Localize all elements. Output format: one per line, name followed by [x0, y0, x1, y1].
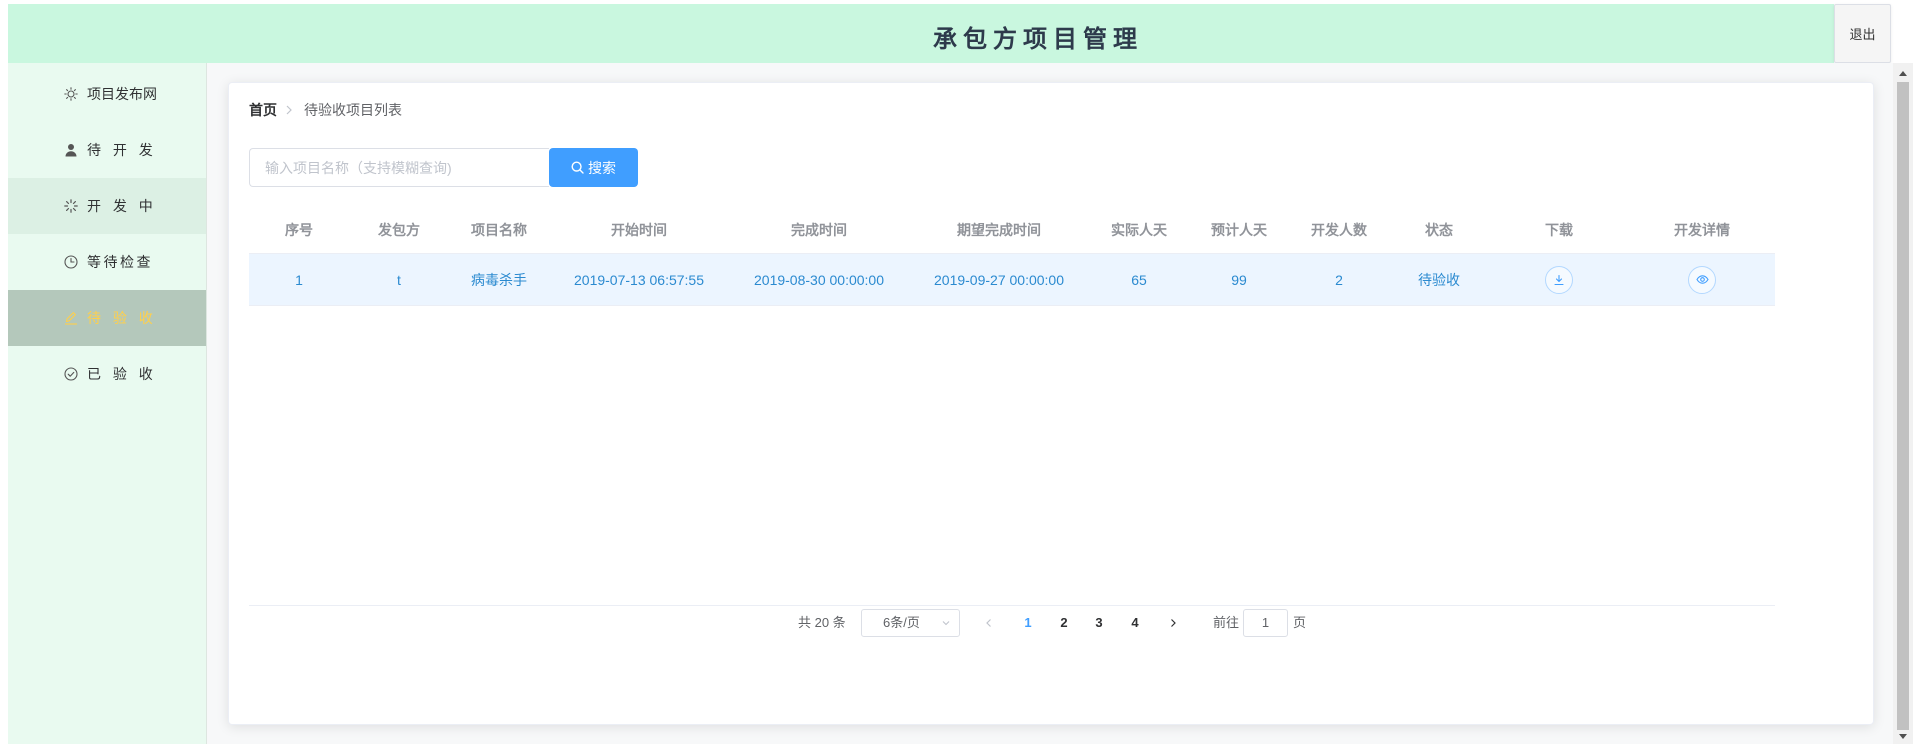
vertical-scrollbar[interactable]: [1893, 63, 1913, 744]
cell-developer-count: 2: [1289, 254, 1389, 306]
user-icon: [64, 143, 78, 157]
cell-download: [1489, 254, 1629, 306]
logout-button[interactable]: 退出: [1834, 4, 1891, 63]
search-icon: [571, 161, 584, 174]
pagination: 共 20 条 6条/页 1 2 3 4 前往 1 页: [229, 609, 1873, 637]
sidebar-item-to-develop[interactable]: 待 开 发: [8, 122, 206, 178]
sidebar-item-pending-acceptance[interactable]: 待 验 收: [8, 290, 206, 346]
download-button[interactable]: [1545, 265, 1573, 294]
cell-finish-time: 2019-08-30 00:00:00: [729, 254, 909, 306]
cell-detail: [1629, 254, 1775, 306]
column-header-detail: 开发详情: [1629, 206, 1775, 254]
goto-page-input[interactable]: [1243, 609, 1288, 637]
column-header-estimated-person-days: 预计人天: [1189, 206, 1289, 254]
page-number-4[interactable]: 4: [1117, 609, 1153, 637]
cell-publisher: t: [349, 254, 449, 306]
chevron-right-icon: [1168, 618, 1178, 628]
chevron-left-icon: [984, 618, 994, 628]
column-header-start-time: 开始时间: [549, 206, 729, 254]
column-header-publisher: 发包方: [349, 206, 449, 254]
column-header-developer-count: 开发人数: [1289, 206, 1389, 254]
sidebar-item-label: 开 发 中: [87, 198, 157, 214]
breadcrumb: 首页 待验收项目列表: [249, 101, 402, 119]
sidebar-menu: 项目发布网 待 开 发 开 发 中 等待检查 待 验 收 已 验 收: [8, 63, 207, 744]
sidebar-item-in-development[interactable]: 开 发 中: [8, 178, 206, 234]
page-number-1[interactable]: 1: [1010, 609, 1046, 637]
page-size-select[interactable]: 6条/页: [861, 609, 960, 637]
column-header-index: 序号: [249, 206, 349, 254]
sidebar-item-label: 待 开 发: [87, 142, 157, 158]
table-row[interactable]: 1 t 病毒杀手 2019-07-13 06:57:55 2019-08-30 …: [249, 254, 1775, 306]
column-header-expected-finish-time: 期望完成时间: [909, 206, 1089, 254]
view-detail-button[interactable]: [1688, 265, 1716, 294]
scroll-down-arrow-icon[interactable]: [1899, 734, 1907, 739]
search-input[interactable]: [249, 148, 549, 187]
prev-page-button[interactable]: [971, 609, 1007, 637]
column-header-project-name: 项目名称: [449, 206, 549, 254]
chevron-right-icon: [285, 105, 293, 115]
sidebar-item-label: 项目发布网: [87, 86, 157, 102]
cell-estimated-person-days: 99: [1189, 254, 1289, 306]
search-button[interactable]: 搜索: [549, 148, 638, 187]
eye-icon: [1695, 273, 1709, 286]
sidebar-item-accepted[interactable]: 已 验 收: [8, 346, 206, 402]
top-header: 承包方项目管理: [8, 4, 1834, 63]
circle-check-icon: [64, 367, 78, 381]
loading-icon: [64, 199, 78, 213]
edit-icon: [64, 311, 78, 325]
page-number-2[interactable]: 2: [1046, 609, 1082, 637]
breadcrumb-home-link[interactable]: 首页: [249, 101, 277, 119]
breadcrumb-current: 待验收项目列表: [304, 102, 402, 118]
search-button-label: 搜索: [588, 159, 616, 176]
goto-suffix: 页: [1293, 615, 1307, 630]
column-header-actual-person-days: 实际人天: [1089, 206, 1189, 254]
download-icon: [1553, 274, 1565, 286]
cell-start-time: 2019-07-13 06:57:55: [549, 254, 729, 306]
cell-actual-person-days: 65: [1089, 254, 1189, 306]
clock-icon: [64, 255, 78, 269]
scrollbar-thumb[interactable]: [1897, 82, 1909, 730]
project-table: 序号 发包方 项目名称 开始时间 完成时间 期望完成时间 实际人天 预计人天 开…: [249, 206, 1775, 606]
scroll-up-arrow-icon[interactable]: [1899, 71, 1907, 76]
pagination-total: 共 20 条: [798, 615, 846, 630]
column-header-status: 状态: [1389, 206, 1489, 254]
sidebar-item-label: 已 验 收: [87, 366, 157, 382]
page-title: 承包方项目管理: [933, 26, 1143, 53]
chevron-down-icon: [941, 618, 951, 628]
main-content: 首页 待验收项目列表 搜索 序号 发包方 项目名称 开始时间 完成时间 期望完成…: [207, 63, 1893, 744]
sidebar-item-label: 待 验 收: [87, 310, 157, 326]
cell-expected-finish-time: 2019-09-27 00:00:00: [909, 254, 1089, 306]
sidebar-item-awaiting-check[interactable]: 等待检查: [8, 234, 206, 290]
sidebar-item-label: 等待检查: [87, 254, 153, 270]
column-header-finish-time: 完成时间: [729, 206, 909, 254]
content-card: 首页 待验收项目列表 搜索 序号 发包方 项目名称 开始时间 完成时间 期望完成…: [228, 82, 1874, 725]
goto-label: 前往: [1213, 615, 1240, 630]
cell-project-name: 病毒杀手: [449, 254, 549, 306]
table-header-row: 序号 发包方 项目名称 开始时间 完成时间 期望完成时间 实际人天 预计人天 开…: [249, 206, 1775, 254]
page-number-3[interactable]: 3: [1081, 609, 1117, 637]
sidebar-item-project-board[interactable]: 项目发布网: [8, 66, 206, 122]
cell-index: 1: [249, 254, 349, 306]
cell-status: 待验收: [1389, 254, 1489, 306]
next-page-button[interactable]: [1155, 609, 1191, 637]
page-size-value: 6条/页: [883, 615, 920, 630]
sun-icon: [64, 87, 78, 101]
column-header-download: 下载: [1489, 206, 1629, 254]
